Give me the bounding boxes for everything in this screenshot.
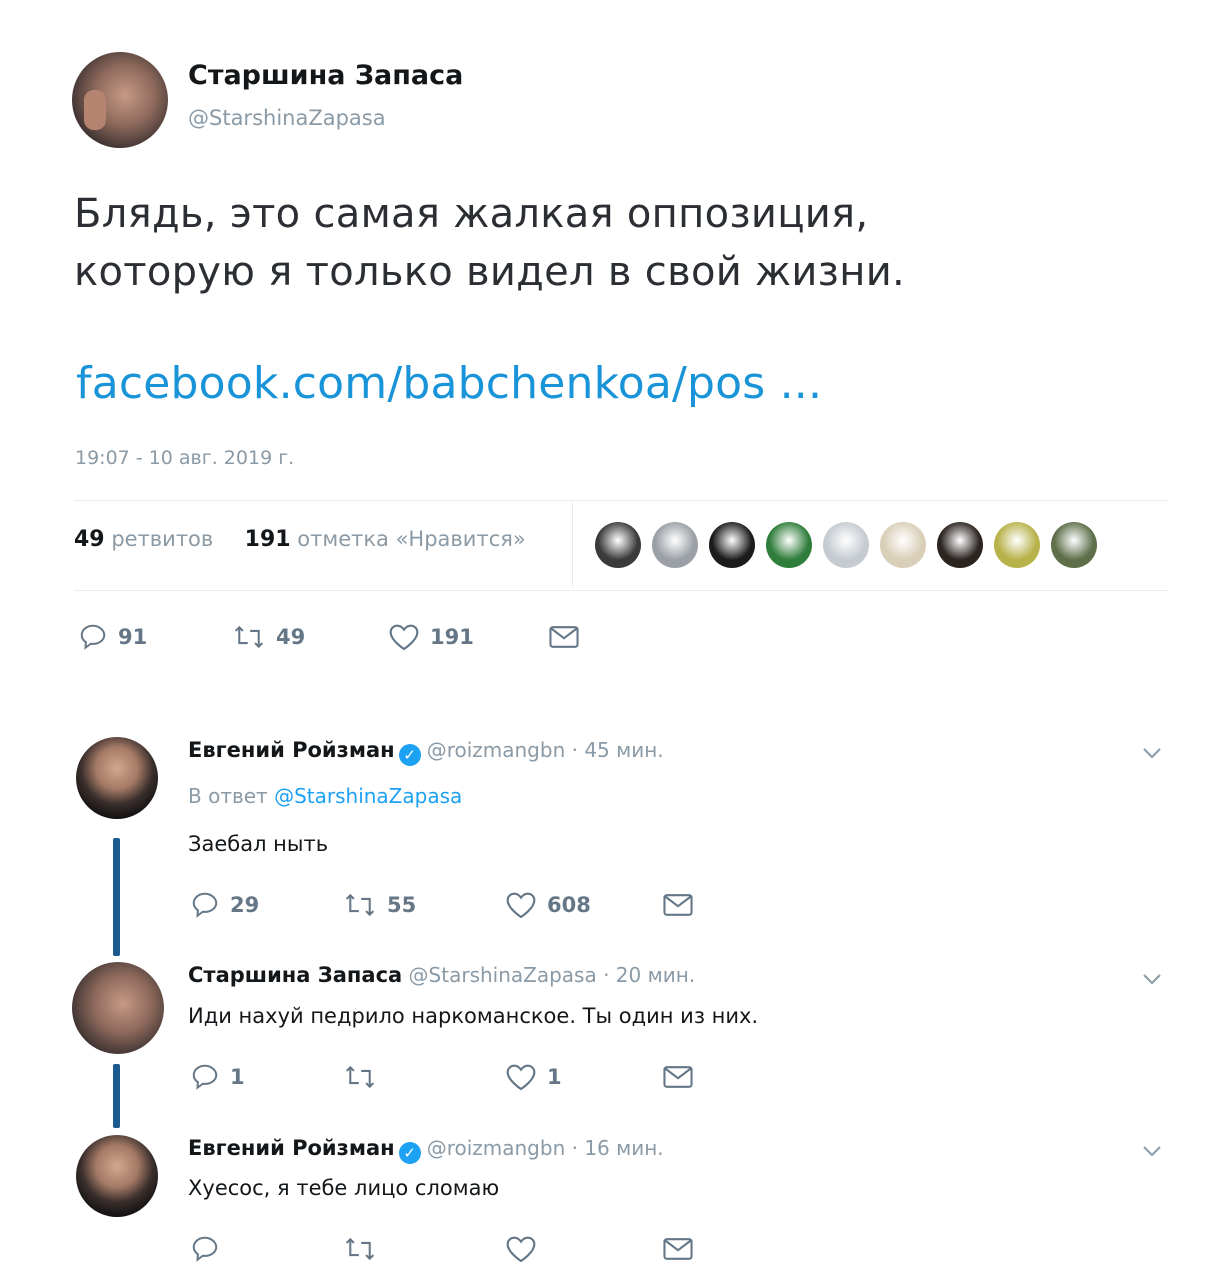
reply-count: 1 [230,1065,245,1089]
liker-avatar[interactable] [880,522,926,568]
verified-badge-icon: ✓ [398,744,421,766]
liker-avatar[interactable] [595,522,641,568]
like-button[interactable] [505,1234,537,1264]
reply-count: 91 [118,625,148,649]
like-count: 191 [430,625,474,649]
liker-avatar[interactable] [1051,522,1097,568]
dm-button[interactable] [662,890,694,920]
liker-avatar[interactable] [994,522,1040,568]
liker-avatar[interactable] [823,522,869,568]
mail-icon [663,1238,693,1260]
stats-separator [572,502,573,588]
retweet-button[interactable] [343,1234,377,1264]
tweet-stats: 49 ретвитов 191 отметка «Нравится» [74,527,526,552]
author-handle[interactable]: @StarshinaZapasa [188,106,386,130]
retweet-button[interactable]: 49 [232,622,305,652]
reply-avatar[interactable] [76,1135,158,1217]
divider [74,590,1168,591]
retweet-button[interactable] [343,1062,387,1092]
divider [74,500,1168,501]
heart-icon [389,624,419,651]
reply-handle-time[interactable]: @roizmangbn · 45 мин. [427,738,664,762]
reply-handle-time[interactable]: @StarshinaZapasa · 20 мин. [409,963,696,987]
tweet-text-line: которую я только видел в свой жизни. [74,249,906,295]
retweet-icon [345,893,375,917]
reply-avatar[interactable] [72,962,164,1054]
thread-line [113,1064,120,1128]
like-button[interactable]: 191 [388,622,474,652]
retweets-label[interactable]: ретвитов [111,527,213,551]
reply-button[interactable]: 1 [190,1062,245,1092]
mail-icon [663,1066,693,1088]
liker-avatar[interactable] [709,522,755,568]
tweet-text: Блядь, это самая жалкая оппозиция, котор… [74,185,1154,301]
heart-icon [506,1064,536,1091]
reply-header: Евгений Ройзман ✓ @roizmangbn · 45 мин. [188,738,664,766]
reply-author-name[interactable]: Евгений Ройзман [188,1136,395,1160]
reply-author-name[interactable]: Евгений Ройзман [188,738,395,762]
reply-header: Старшина Запаса @StarshinaZapasa · 20 ми… [188,963,695,987]
author-name[interactable]: Старшина Запаса [188,60,463,91]
liker-avatar[interactable] [766,522,812,568]
reply-author-name[interactable]: Старшина Запаса [188,963,402,987]
chevron-down-icon[interactable] [1140,970,1164,992]
author-avatar[interactable] [72,52,168,148]
reply-text: Хуесос, я тебе лицо сломаю [188,1176,500,1200]
dm-button[interactable] [662,1234,694,1264]
retweets-count[interactable]: 49 [74,527,105,552]
liker-avatar[interactable] [652,522,698,568]
reply-handle-time[interactable]: @roizmangbn · 16 мин. [427,1136,664,1160]
dm-button[interactable] [548,622,580,652]
reply-header: Евгений Ройзман ✓ @roizmangbn · 16 мин. [188,1136,664,1164]
reply-text: Заебал ныть [188,832,329,856]
tweet-link[interactable]: facebook.com/babchenkoa/pos ... [76,358,822,409]
reply-icon [80,624,106,650]
mail-icon [549,626,579,648]
reply-button[interactable]: 29 [190,890,259,920]
chevron-down-icon[interactable] [1140,1142,1164,1164]
tweet-text-line: Блядь, это самая жалкая оппозиция, [74,191,869,237]
tweet-page: Старшина Запаса @StarshinaZapasa Блядь, … [0,0,1214,1280]
verified-badge-icon: ✓ [398,1142,421,1164]
retweet-icon [234,625,264,649]
like-button[interactable]: 1 [505,1062,562,1092]
tweet-timestamp[interactable]: 19:07 - 10 авг. 2019 г. [75,447,294,469]
like-button[interactable]: 608 [505,890,591,920]
likes-label[interactable]: отметка «Нравится» [297,527,525,551]
reply-text: Иди нахуй педрило наркоманское. Ты один … [188,1004,759,1028]
retweet-count: 49 [276,625,306,649]
likes-count[interactable]: 191 [245,527,291,552]
reply-icon [192,1064,218,1090]
like-count: 1 [547,1065,562,1089]
reply-avatar[interactable] [76,737,158,819]
reply-to-label: В ответ [188,784,268,808]
mail-icon [663,894,693,916]
liker-avatar[interactable] [937,522,983,568]
thread-line [113,838,120,956]
retweet-button[interactable]: 55 [343,890,416,920]
heart-icon [506,892,536,919]
heart-icon [506,1236,536,1263]
reply-button[interactable]: 91 [78,622,147,652]
chevron-down-icon[interactable] [1140,744,1164,766]
reply-count: 29 [230,893,260,917]
reply-to-handle[interactable]: @StarshinaZapasa [274,784,462,808]
dm-button[interactable] [662,1062,694,1092]
like-count: 608 [547,893,591,917]
retweet-icon [345,1065,375,1089]
reply-icon [192,1236,218,1262]
reply-icon [192,892,218,918]
reply-button[interactable] [190,1234,220,1264]
retweet-count: 55 [387,893,417,917]
reply-to: В ответ @StarshinaZapasa [188,784,462,808]
retweet-icon [345,1237,375,1261]
